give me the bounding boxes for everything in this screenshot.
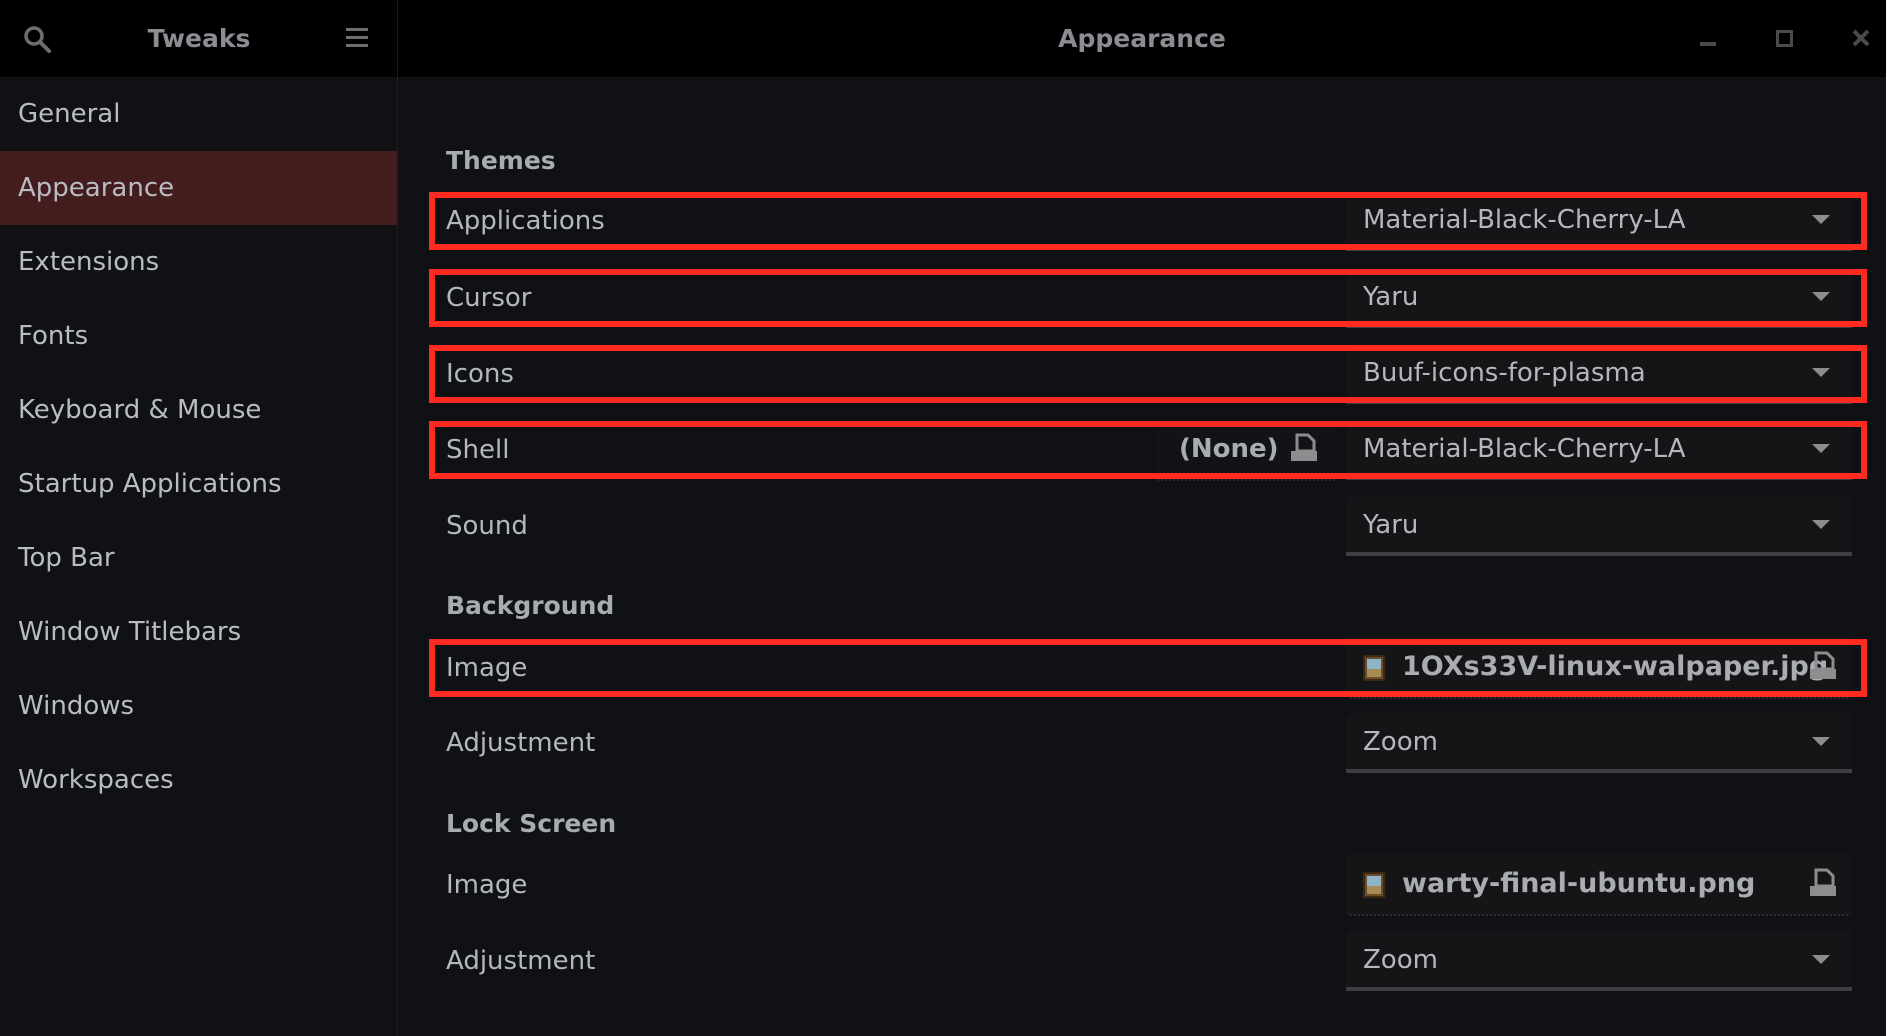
sidebar-item-window-titlebars[interactable]: Window Titlebars xyxy=(0,595,397,669)
background-image-filename: 1OXs33V-linux-walpaper.jpg xyxy=(1402,651,1829,682)
cursor-theme-value: Yaru xyxy=(1363,282,1419,312)
shell-file-chooser-button[interactable]: (None) xyxy=(1157,419,1335,481)
shell-theme-value: Material-Black-Cherry-LA xyxy=(1363,434,1686,464)
background-image-label: Image xyxy=(446,653,528,683)
maximize-button[interactable] xyxy=(1768,22,1800,54)
background-adjustment-label: Adjustment xyxy=(446,728,596,758)
lock-screen-heading: Lock Screen xyxy=(446,809,617,838)
sidebar-item-workspaces[interactable]: Workspaces xyxy=(0,743,397,817)
background-image-chooser[interactable]: 1OXs33V-linux-walpaper.jpg xyxy=(1346,637,1852,699)
cursor-theme-dropdown[interactable]: Yaru xyxy=(1346,268,1852,328)
chevron-down-icon xyxy=(1812,444,1830,453)
document-open-icon xyxy=(1810,868,1836,896)
appearance-panel: Themes Applications Material-Black-Cherr… xyxy=(398,77,1886,1036)
shell-label: Shell xyxy=(446,435,510,465)
image-file-icon xyxy=(1363,872,1385,898)
document-open-icon xyxy=(1291,433,1317,461)
lock-screen-adjustment-dropdown[interactable]: Zoom xyxy=(1346,931,1852,991)
sidebar-header: Tweaks xyxy=(0,0,398,77)
hamburger-menu-icon[interactable] xyxy=(346,28,368,48)
chevron-down-icon xyxy=(1812,520,1830,529)
applications-theme-value: Material-Black-Cherry-LA xyxy=(1363,205,1686,235)
sound-label: Sound xyxy=(446,511,528,541)
shell-theme-dropdown[interactable]: Material-Black-Cherry-LA xyxy=(1346,420,1852,480)
sound-theme-value: Yaru xyxy=(1363,510,1419,540)
lock-screen-adjustment-label: Adjustment xyxy=(446,946,596,976)
chevron-down-icon xyxy=(1812,215,1830,224)
icons-label: Icons xyxy=(446,359,514,389)
sidebar-item-fonts[interactable]: Fonts xyxy=(0,299,397,373)
background-heading: Background xyxy=(446,591,615,620)
icons-theme-dropdown[interactable]: Buuf-icons-for-plasma xyxy=(1346,344,1852,404)
applications-label: Applications xyxy=(446,206,605,236)
image-file-icon xyxy=(1363,655,1385,681)
sidebar-item-appearance[interactable]: Appearance xyxy=(0,151,397,225)
chevron-down-icon xyxy=(1812,368,1830,377)
document-open-icon xyxy=(1810,651,1836,679)
applications-theme-dropdown[interactable]: Material-Black-Cherry-LA xyxy=(1346,191,1852,251)
cursor-label: Cursor xyxy=(446,283,532,313)
lock-screen-image-label: Image xyxy=(446,870,528,900)
header-bar: Tweaks Appearance xyxy=(0,0,1886,77)
sidebar-item-top-bar[interactable]: Top Bar xyxy=(0,521,397,595)
sidebar-item-general[interactable]: General xyxy=(0,77,397,151)
sound-theme-dropdown[interactable]: Yaru xyxy=(1346,496,1852,556)
minimize-button[interactable] xyxy=(1690,22,1722,54)
close-button[interactable] xyxy=(1845,22,1877,54)
lock-screen-image-filename: warty-final-ubuntu.png xyxy=(1402,868,1756,899)
themes-heading: Themes xyxy=(446,146,556,175)
chevron-down-icon xyxy=(1812,955,1830,964)
icons-theme-value: Buuf-icons-for-plasma xyxy=(1363,358,1646,388)
lock-screen-adjustment-value: Zoom xyxy=(1363,945,1438,975)
sidebar-item-extensions[interactable]: Extensions xyxy=(0,225,397,299)
shell-none-label: (None) xyxy=(1179,434,1279,464)
background-adjustment-dropdown[interactable]: Zoom xyxy=(1346,713,1852,773)
sidebar-item-keyboard-mouse[interactable]: Keyboard & Mouse xyxy=(0,373,397,447)
close-icon xyxy=(1852,29,1870,47)
chevron-down-icon xyxy=(1812,737,1830,746)
page-title: Appearance xyxy=(1058,24,1226,53)
app-title: Tweaks xyxy=(147,24,251,53)
background-adjustment-value: Zoom xyxy=(1363,727,1438,757)
sidebar-item-startup-applications[interactable]: Startup Applications xyxy=(0,447,397,521)
sidebar-item-windows[interactable]: Windows xyxy=(0,669,397,743)
lock-screen-image-chooser[interactable]: warty-final-ubuntu.png xyxy=(1346,854,1852,916)
chevron-down-icon xyxy=(1812,292,1830,301)
sidebar: General Appearance Extensions Fonts Keyb… xyxy=(0,77,398,1036)
